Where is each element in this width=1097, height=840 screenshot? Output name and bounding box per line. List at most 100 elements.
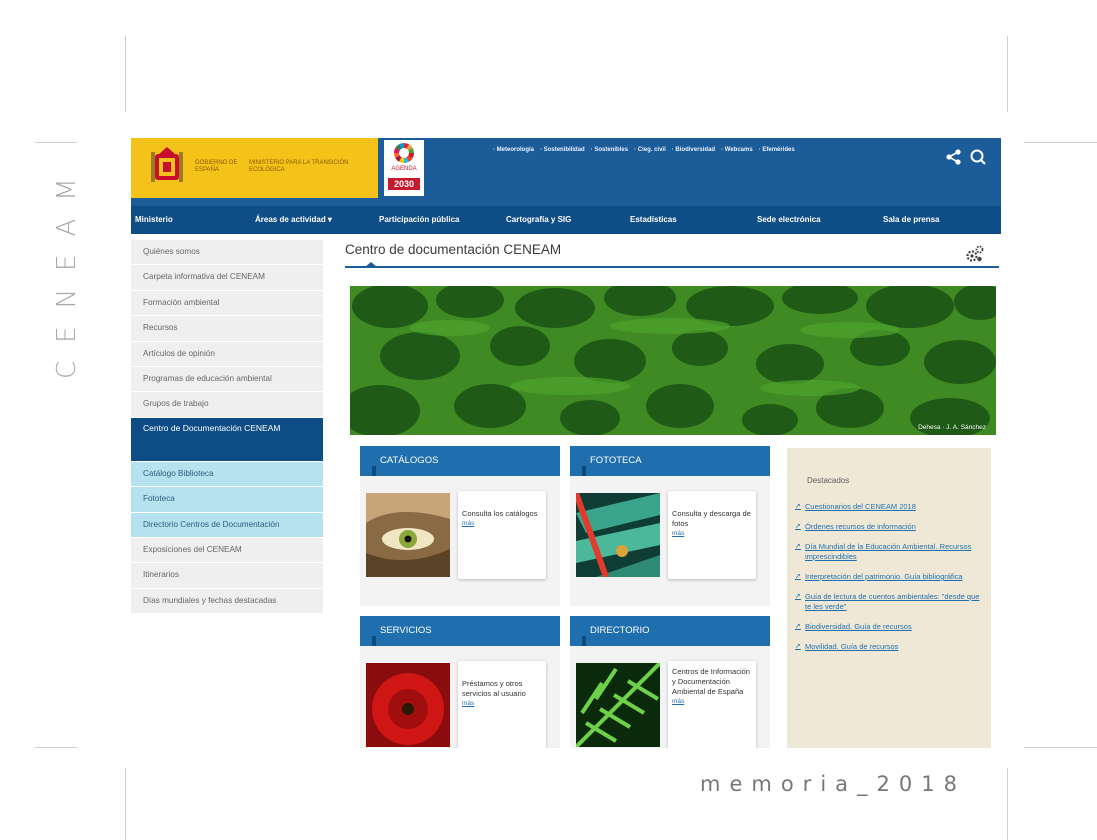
sidebar-item-directorio[interactable]: Directorio Centros de Documentación xyxy=(131,512,323,538)
featured-link[interactable]: Guía de lectura de cuentos ambientales: … xyxy=(805,592,985,612)
nav-item-areas[interactable]: Áreas de actividad ▾ xyxy=(255,206,379,234)
featured-list: ➚ Cuestionarios del CENEAM 2018 ➚ Órdenes … xyxy=(795,502,985,662)
sidebar-item-centro-documentacion[interactable]: Centro de Documentación CENEAM xyxy=(131,417,323,462)
featured-item[interactable]: ➚ Guía de lectura de cuentos ambientales:… xyxy=(795,592,985,612)
red-flower-image xyxy=(366,663,450,747)
sidebar-item-formacion[interactable]: Formación ambiental xyxy=(131,290,323,317)
frame-line-right-mid xyxy=(1024,142,1097,143)
government-logo-block[interactable]: GOBIERNO DE ESPAÑA MINISTERIO PARA LA TR… xyxy=(131,138,378,198)
more-link[interactable]: más xyxy=(462,699,542,709)
featured-title: Destacados xyxy=(807,476,850,485)
gear-icon[interactable] xyxy=(965,244,985,264)
panel-heading[interactable]: SERVICIOS xyxy=(360,616,560,646)
dehesa-landscape xyxy=(350,286,996,435)
sidebar-item-itinerarios[interactable]: Itinerarios xyxy=(131,563,323,589)
link-arrow-icon: ➚ xyxy=(795,643,801,650)
panel-card[interactable]: Centros de Información y Documentación A… xyxy=(668,661,756,748)
side-title: CENEAM xyxy=(52,160,82,380)
link-arrow-icon: ➚ xyxy=(795,623,801,630)
footer-label: memoria_2018 xyxy=(700,772,966,796)
nav-item-cartografia[interactable]: Cartografía y SIG xyxy=(506,206,630,234)
hero-photo-credit: Dehesa · J. A. Sánchez xyxy=(918,424,986,431)
lion-eye-image xyxy=(366,493,450,577)
nav-item-participacion[interactable]: Participación pública xyxy=(379,206,506,234)
featured-link[interactable]: Biodiversidad. Guía de recursos xyxy=(805,622,912,632)
panel-card-text: Centros de Información y Documentación A… xyxy=(672,667,750,696)
hero-banner-image: Dehesa · J. A. Sánchez xyxy=(350,286,996,435)
sidebar-item-fototeca[interactable]: Fototeca xyxy=(131,487,323,513)
frame-line-left-low xyxy=(125,768,126,840)
sidebar-item-carpeta[interactable]: Carpeta informativa del CENEAM xyxy=(131,265,323,291)
top-link[interactable]: Biodiversidad xyxy=(672,147,715,153)
butterfly-wing-image xyxy=(576,493,660,577)
more-link[interactable]: más xyxy=(672,529,752,539)
panel-card[interactable]: Consulta los catálogos más xyxy=(458,491,546,579)
frame-line-right-bottom xyxy=(1024,747,1097,748)
top-link[interactable]: Efemérides xyxy=(759,147,794,153)
sidebar-item-quienes-somos[interactable]: Quiénes somos xyxy=(131,240,323,266)
main-navigation: Ministerio Áreas de actividad ▾ Particip… xyxy=(131,206,1001,234)
coat-of-arms-icon xyxy=(151,147,183,182)
top-link[interactable]: Sostenibilidad xyxy=(540,147,585,153)
panel-heading[interactable]: CATÁLOGOS xyxy=(360,446,560,476)
sidebar-item-programas[interactable]: Programas de educación ambiental xyxy=(131,366,323,393)
search-icon[interactable] xyxy=(969,148,987,166)
featured-link[interactable]: Interpretación del patrimonio. Guía bibl… xyxy=(805,572,963,582)
frame-line-right-low xyxy=(1007,768,1008,840)
nav-item-ministerio[interactable]: Ministerio xyxy=(131,206,255,234)
more-link[interactable]: más xyxy=(462,519,542,529)
sidebar-item-recursos[interactable]: Recursos xyxy=(131,316,323,342)
top-link[interactable]: Sostenibles xyxy=(591,147,628,153)
link-arrow-icon: ➚ xyxy=(795,593,801,600)
agenda-label: AGENDA xyxy=(391,166,417,172)
government-label: GOBIERNO DE ESPAÑA xyxy=(195,160,238,173)
frame-line-right-top xyxy=(1007,36,1008,112)
featured-link[interactable]: Movilidad. Guía de recursos xyxy=(805,642,898,652)
panel-fototeca: FOTOTECA Consulta y descarga de fotos má… xyxy=(570,446,770,606)
sidebar-item-grupos[interactable]: Grupos de trabajo xyxy=(131,392,323,418)
title-caret xyxy=(365,262,377,267)
nav-item-estadisticas[interactable]: Estadísticas xyxy=(630,206,757,234)
panel-heading[interactable]: FOTOTECA xyxy=(570,446,770,476)
ministry-label: MINISTERIO PARA LA TRANSICIÓN ECOLÓGICA xyxy=(249,160,349,173)
top-header: GOBIERNO DE ESPAÑA MINISTERIO PARA LA TR… xyxy=(131,138,1001,206)
featured-link[interactable]: Día Mundial de la Educación Ambiental. R… xyxy=(805,542,985,562)
link-arrow-icon: ➚ xyxy=(795,503,801,510)
panel-directorio: DIRECTORIO Centros de Información y Docu… xyxy=(570,616,770,748)
sidebar-item-articulos[interactable]: Artículos de opinión xyxy=(131,341,323,367)
sidebar-item-exposiciones[interactable]: Exposiciones del CENEAM xyxy=(131,537,323,564)
panel-catalogos: CATÁLOGOS Consulta los catálogos más xyxy=(360,446,560,606)
share-icon[interactable] xyxy=(945,148,963,166)
featured-link[interactable]: Cuestionarios del CENEAM 2018 xyxy=(805,502,916,512)
featured-link[interactable]: Órdenes recursos de información xyxy=(805,522,916,532)
featured-item[interactable]: ➚ Interpretación del patrimonio. Guía bib… xyxy=(795,572,985,582)
panel-servicios: SERVICIOS Préstamos y otros servicios al… xyxy=(360,616,560,748)
top-link[interactable]: Meteorología xyxy=(493,147,534,153)
nav-item-sede[interactable]: Sede electrónica xyxy=(757,206,883,234)
more-link[interactable]: más xyxy=(672,697,752,707)
panel-card-text: Consulta y descarga de fotos xyxy=(672,509,751,528)
panel-card[interactable]: Préstamos y otros servicios al usuario m… xyxy=(458,661,546,748)
top-link[interactable]: Cieg. civil xyxy=(634,147,666,153)
top-link[interactable]: Webcams xyxy=(721,147,753,153)
panel-card-text: Préstamos y otros servicios al usuario xyxy=(462,679,526,698)
page-title: Centro de documentación CENEAM xyxy=(345,242,562,257)
panel-card[interactable]: Consulta y descarga de fotos más xyxy=(668,491,756,579)
featured-item[interactable]: ➚ Movilidad. Guía de recursos xyxy=(795,642,985,652)
featured-item[interactable]: ➚ Día Mundial de la Educación Ambiental. … xyxy=(795,542,985,562)
nav-item-prensa[interactable]: Sala de prensa xyxy=(883,206,1001,234)
fern-leaf-image xyxy=(576,663,660,747)
featured-item[interactable]: ➚ Biodiversidad. Guía de recursos xyxy=(795,622,985,632)
link-arrow-icon: ➚ xyxy=(795,543,801,550)
agenda-year: 2030 xyxy=(388,178,420,190)
sidebar-menu: Quiénes somos Carpeta informativa del CE… xyxy=(131,240,323,748)
sidebar-item-dias-mundiales[interactable]: Días mundiales y fechas destacadas xyxy=(131,588,323,615)
frame-line-left-mid xyxy=(35,142,77,143)
sidebar-item-catalogo-biblioteca[interactable]: Catálogo Biblioteca xyxy=(131,461,323,488)
agenda-ring-icon xyxy=(394,143,414,163)
agenda-2030-logo[interactable]: AGENDA 2030 xyxy=(384,140,424,196)
featured-item[interactable]: ➚ Órdenes recursos de información xyxy=(795,522,985,532)
featured-item[interactable]: ➚ Cuestionarios del CENEAM 2018 xyxy=(795,502,985,512)
top-links: Meteorología Sostenibilidad Sostenibles … xyxy=(493,147,795,153)
panel-heading[interactable]: DIRECTORIO xyxy=(570,616,770,646)
